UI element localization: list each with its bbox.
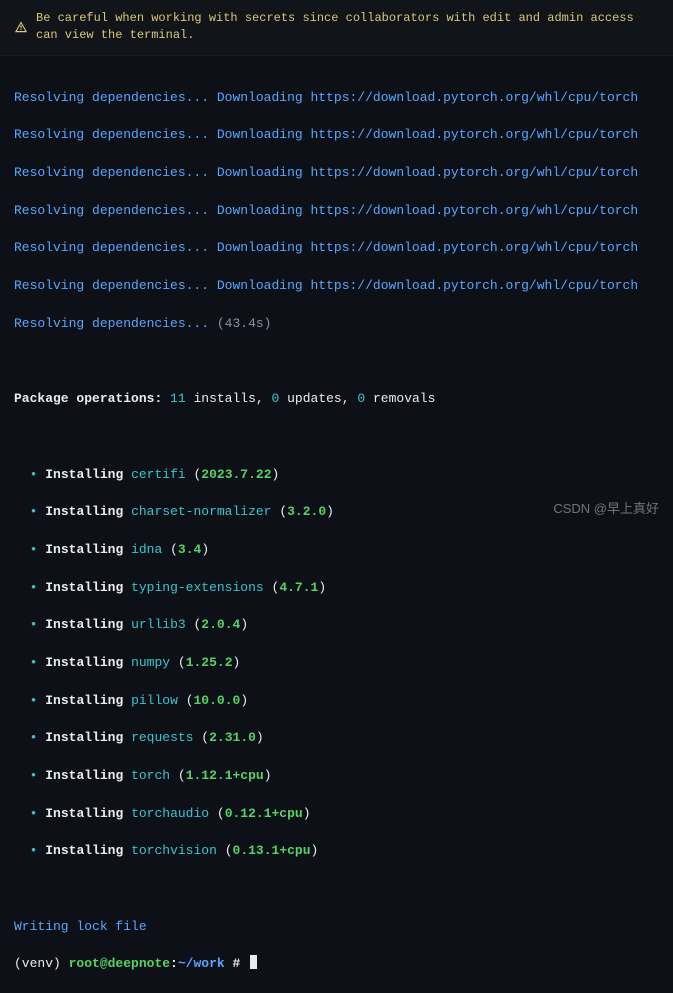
install-line: • Installing torch (1.12.1+cpu) xyxy=(14,767,659,786)
install-line: • Installing certifi (2023.7.22) xyxy=(14,466,659,485)
terminal-output[interactable]: Resolving dependencies... Downloading ht… xyxy=(0,56,673,993)
resolving-line: Resolving dependencies... Downloading ht… xyxy=(14,202,659,221)
resolving-line: Resolving dependencies... Downloading ht… xyxy=(14,164,659,183)
package-operations: Package operations: 11 installs, 0 updat… xyxy=(14,390,659,409)
install-line: • Installing torchvision (0.13.1+cpu) xyxy=(14,842,659,861)
warning-text: Be careful when working with secrets sin… xyxy=(36,10,659,45)
resolving-line: Resolving dependencies... Downloading ht… xyxy=(14,239,659,258)
prompt-line[interactable]: (venv) root@deepnote:~/work # xyxy=(14,955,659,974)
install-line: • Installing requests (2.31.0) xyxy=(14,729,659,748)
watermark: CSDN @早上真好 xyxy=(553,500,659,519)
install-line: • Installing idna (3.4) xyxy=(14,541,659,560)
install-line: • Installing torchaudio (0.12.1+cpu) xyxy=(14,805,659,824)
install-line: • Installing numpy (1.25.2) xyxy=(14,654,659,673)
resolving-line: Resolving dependencies... Downloading ht… xyxy=(14,126,659,145)
install-line: • Installing pillow (10.0.0) xyxy=(14,692,659,711)
warning-icon xyxy=(14,20,28,34)
resolving-line: Resolving dependencies... Downloading ht… xyxy=(14,277,659,296)
warning-banner: Be careful when working with secrets sin… xyxy=(0,0,673,56)
resolving-line: Resolving dependencies... Downloading ht… xyxy=(14,89,659,108)
cursor xyxy=(250,955,257,969)
install-line: • Installing urllib3 (2.0.4) xyxy=(14,616,659,635)
writing-lock: Writing lock file xyxy=(14,918,659,937)
resolving-done: Resolving dependencies... (43.4s) xyxy=(14,315,659,334)
install-line: • Installing typing-extensions (4.7.1) xyxy=(14,579,659,598)
